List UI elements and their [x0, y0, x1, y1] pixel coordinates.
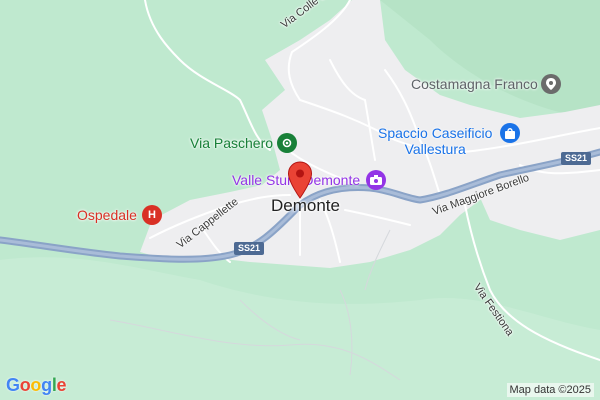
location-pin-icon[interactable]: [287, 161, 313, 199]
poi-label-paschero[interactable]: Via Paschero: [190, 136, 273, 150]
logo-letter: e: [56, 375, 67, 395]
map-canvas[interactable]: Via Colle dell'Ortica Via Cappellette Vi…: [0, 0, 600, 400]
logo-letter: g: [41, 375, 52, 395]
google-logo: Google: [6, 375, 67, 396]
route-shield-ss21: SS21: [561, 152, 592, 165]
map-pin-icon[interactable]: [541, 74, 561, 94]
shopping-bag-icon[interactable]: [500, 123, 520, 143]
poi-label-spaccio[interactable]: Spaccio Caseificio Vallestura: [378, 125, 492, 157]
camera-icon[interactable]: [366, 170, 386, 190]
park-icon[interactable]: [277, 133, 297, 153]
poi-label-costamagna[interactable]: Costamagna Franco: [411, 77, 538, 91]
logo-letter: G: [6, 375, 20, 395]
hospital-icon[interactable]: H: [142, 205, 162, 225]
poi-label-ospedale[interactable]: Ospedale: [77, 208, 137, 222]
logo-letter: o: [19, 375, 31, 395]
route-shield-ss21: SS21: [234, 242, 265, 255]
town-label[interactable]: Demonte: [271, 197, 340, 214]
logo-letter: o: [30, 375, 42, 395]
map-attribution[interactable]: Map data ©2025: [506, 383, 594, 397]
